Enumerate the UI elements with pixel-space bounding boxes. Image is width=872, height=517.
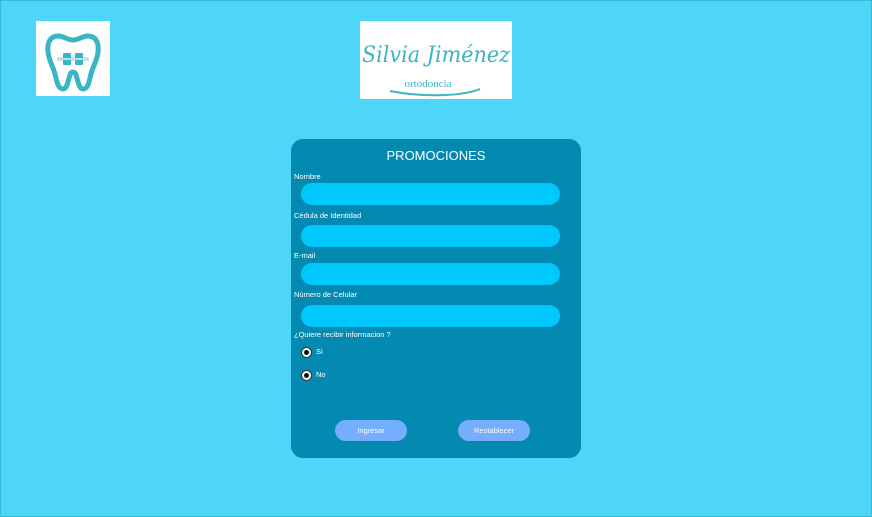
email-input[interactable] xyxy=(301,263,560,285)
radio-no-label: No xyxy=(316,370,326,379)
radio-si-label: Si xyxy=(316,347,323,356)
tooth-with-braces-icon xyxy=(45,33,101,92)
id-number-input[interactable] xyxy=(301,225,560,247)
tooth-logo xyxy=(36,21,110,96)
form-title: PROMOCIONES xyxy=(386,148,486,163)
radio-si-button[interactable] xyxy=(301,347,312,358)
reset-button[interactable]: Restablecer xyxy=(458,420,530,441)
name-label: Nombre xyxy=(294,172,321,181)
promotions-form: PROMOCIONES Nombre Cédula de Identidad E… xyxy=(291,139,581,458)
info-question-label: ¿Quiere recibir informacion ? xyxy=(294,330,391,339)
brand-logo: Silvia Jiménez ortodoncia xyxy=(360,21,512,99)
brand-logo-tagline: ortodoncia xyxy=(404,78,451,90)
phone-label: Número de Celular xyxy=(294,290,357,299)
submit-button[interactable]: Ingresar xyxy=(335,420,407,441)
email-label: E-mail xyxy=(294,251,316,260)
phone-input[interactable] xyxy=(301,305,560,327)
name-input[interactable] xyxy=(301,183,560,205)
id-number-label: Cédula de Identidad xyxy=(294,211,362,220)
radio-no-button[interactable] xyxy=(301,370,312,381)
brand-logo-graphic: Silvia Jiménez ortodoncia xyxy=(362,43,510,97)
brand-logo-name: Silvia Jiménez xyxy=(362,43,510,68)
